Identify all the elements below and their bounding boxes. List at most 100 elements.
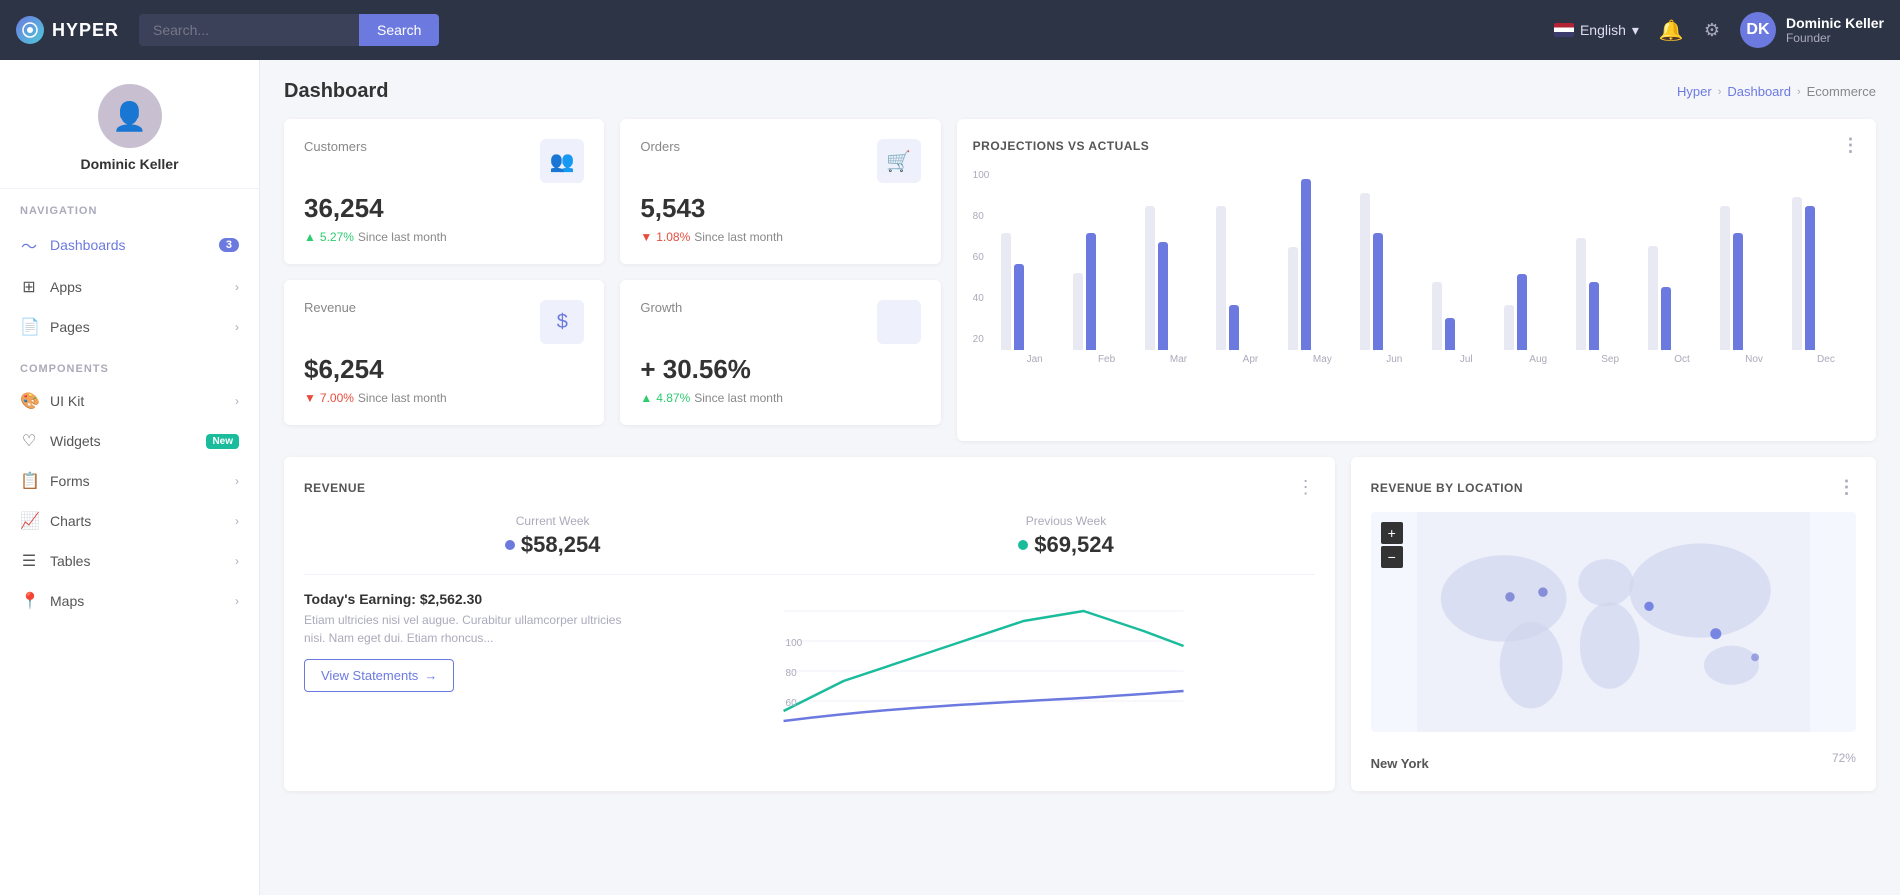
sidebar-item-ui-kit[interactable]: 🎨 UI Kit › (0, 381, 259, 421)
sidebar-item-label: Pages (50, 319, 223, 335)
actual-bar-jun (1373, 233, 1383, 350)
bar-label-may: May (1288, 354, 1356, 365)
main-content: Dashboard Hyper › Dashboard › Ecommerce … (260, 60, 1900, 895)
revenue-header: REVENUE ⋮ (304, 477, 1315, 498)
sidebar-item-dashboards[interactable]: 〜 Dashboards 3 (0, 223, 259, 267)
revenue-section-card: REVENUE ⋮ Current Week $58,254 Previous … (284, 457, 1335, 791)
map-title: REVENUE BY LOCATION ⋮ (1371, 477, 1856, 498)
y-label-60: 60 (973, 252, 990, 263)
current-week-stat: Current Week $58,254 (304, 514, 801, 558)
breadcrumb-hyper[interactable]: Hyper (1677, 84, 1712, 99)
new-badge: New (206, 434, 239, 449)
bar-group-dec (1792, 197, 1860, 350)
user-details: Dominic Keller Founder (1786, 15, 1884, 45)
breadcrumb-dashboard[interactable]: Dashboard (1727, 84, 1791, 99)
actual-bar-jan (1014, 264, 1024, 350)
search-button[interactable]: Search (359, 14, 439, 46)
projected-bar-jul (1432, 282, 1442, 350)
chevron-right-icon: › (235, 394, 239, 408)
revenue-section-title: REVENUE (304, 481, 366, 495)
line-chart-area: 100 80 60 (652, 591, 1315, 736)
projected-bar-may (1288, 247, 1298, 350)
bar-label-oct: Oct (1648, 354, 1716, 365)
bar-label-aug: Aug (1504, 354, 1572, 365)
projections-chart-card: PROJECTIONS VS ACTUALS ⋮ 100 80 60 40 20… (957, 119, 1876, 441)
projected-bar-feb (1073, 273, 1083, 350)
bar-group-jan (1001, 233, 1069, 350)
settings-icon[interactable]: ⚙ (1704, 20, 1720, 41)
sidebar-item-apps[interactable]: ⊞ Apps › (0, 267, 259, 307)
sidebar-item-forms[interactable]: 📋 Forms › (0, 461, 259, 501)
bar-label-dec: Dec (1792, 354, 1860, 365)
view-statements-button[interactable]: View Statements → (304, 659, 454, 692)
page-header: Dashboard Hyper › Dashboard › Ecommerce (284, 80, 1876, 103)
maps-icon: 📍 (20, 591, 38, 611)
revenue-icon: $ (540, 300, 584, 344)
map-zoom-in-button[interactable]: + (1381, 522, 1403, 544)
projections-menu-icon[interactable]: ⋮ (1841, 135, 1860, 156)
map-zoom-out-button[interactable]: − (1381, 546, 1403, 568)
language-label: English (1580, 22, 1626, 38)
orders-label: Orders (640, 139, 680, 154)
previous-week-dot (1018, 540, 1028, 550)
bottom-row: REVENUE ⋮ Current Week $58,254 Previous … (284, 457, 1876, 791)
bar-group-oct (1648, 246, 1716, 350)
sidebar-item-charts[interactable]: 📈 Charts › (0, 501, 259, 541)
topbar-right: English ▾ 🔔 ⚙ DK Dominic Keller Founder (1554, 12, 1884, 48)
sidebar-item-label: Tables (50, 553, 223, 569)
revenue-change-down-icon: ▼ (304, 391, 316, 405)
projected-bar-jan (1001, 233, 1011, 350)
stats-grid: Customers 👥 36,254 ▲ 5.27% Since last mo… (284, 119, 941, 425)
projected-bar-dec (1792, 197, 1802, 350)
sidebar-item-maps[interactable]: 📍 Maps › (0, 581, 259, 621)
projected-bar-sep (1576, 238, 1586, 350)
earning-info: Today's Earning: $2,562.30 Etiam ultrici… (304, 591, 636, 692)
growth-icon (877, 300, 921, 344)
apps-icon: ⊞ (20, 277, 38, 297)
current-week-label: Current Week (304, 514, 801, 528)
sidebar-item-tables[interactable]: ☰ Tables › (0, 541, 259, 581)
orders-since: Since last month (694, 230, 783, 244)
chevron-right-icon: › (235, 514, 239, 528)
sidebar-item-widgets[interactable]: ♡ Widgets New (0, 421, 259, 461)
notification-icon[interactable]: 🔔 (1659, 18, 1684, 43)
search-input[interactable] (139, 14, 359, 46)
earning-title: Today's Earning: $2,562.30 (304, 591, 636, 607)
earning-desc: Etiam ultricies nisi vel augue. Curabitu… (304, 611, 636, 647)
actual-bar-mar (1158, 242, 1168, 350)
dashboard-icon: 〜 (20, 233, 38, 257)
svg-text:100: 100 (785, 638, 802, 649)
orders-footer: ▼ 1.08% Since last month (640, 230, 920, 244)
revenue-footer: ▼ 7.00% Since last month (304, 391, 584, 405)
map-wrap: + − (1371, 512, 1856, 732)
customers-label: Customers (304, 139, 367, 154)
sidebar: 👤 Dominic Keller NAVIGATION 〜 Dashboards… (0, 60, 260, 895)
revenue-line-chart: 100 80 60 (652, 591, 1315, 731)
chevron-right-icon: › (235, 554, 239, 568)
map-menu-icon[interactable]: ⋮ (1837, 477, 1856, 498)
user-name: Dominic Keller (1786, 15, 1884, 31)
orders-icon: 🛒 (877, 139, 921, 183)
actual-bar-apr (1229, 305, 1239, 350)
bar-group-jul (1432, 282, 1500, 350)
orders-card: Orders 🛒 5,543 ▼ 1.08% Since last month (620, 119, 940, 264)
projections-chart-title: PROJECTIONS VS ACTUALS ⋮ (973, 135, 1860, 156)
sidebar-item-label: Dashboards (50, 237, 207, 253)
customers-change-up-icon: ▲ (304, 230, 316, 244)
actual-bar-dec (1805, 206, 1815, 350)
actual-bar-may (1301, 179, 1311, 350)
language-selector[interactable]: English ▾ (1554, 22, 1639, 39)
actual-bar-sep (1589, 282, 1599, 350)
breadcrumb: Hyper › Dashboard › Ecommerce (1677, 84, 1876, 99)
search-wrap: Search (139, 14, 439, 46)
revenue-menu-icon[interactable]: ⋮ (1297, 477, 1315, 498)
pages-icon: 📄 (20, 317, 38, 337)
topbar: HYPER Search English ▾ 🔔 ⚙ DK Dominic Ke… (0, 0, 1900, 60)
breadcrumb-sep: › (1718, 86, 1722, 98)
customers-card: Customers 👥 36,254 ▲ 5.27% Since last mo… (284, 119, 604, 264)
logo-icon (16, 16, 44, 44)
user-info[interactable]: DK Dominic Keller Founder (1740, 12, 1884, 48)
sidebar-item-pages[interactable]: 📄 Pages › (0, 307, 259, 347)
sidebar-avatar: 👤 (98, 84, 162, 148)
ui-kit-icon: 🎨 (20, 391, 38, 411)
